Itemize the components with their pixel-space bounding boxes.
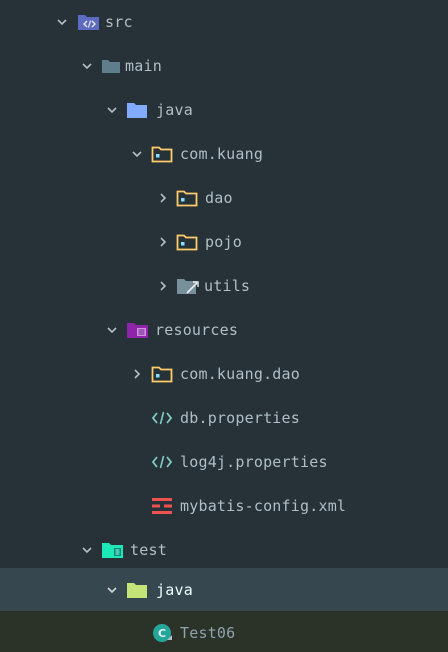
tree-item-test06[interactable]: C Test06 — [0, 611, 448, 652]
xml-file-icon — [151, 484, 173, 528]
tree-item-com-kuang[interactable]: com.kuang — [0, 132, 448, 176]
tree-item-label: db.properties — [180, 409, 300, 427]
chevron-right-icon[interactable] — [157, 220, 169, 264]
tree-item-label: java — [156, 101, 193, 119]
tree-item-java-test[interactable]: java — [0, 568, 448, 611]
tree-item-label: log4j.properties — [180, 453, 328, 471]
test-java-folder-icon — [126, 568, 148, 611]
resources-folder-icon — [126, 308, 150, 352]
tree-item-dao[interactable]: dao — [0, 176, 448, 220]
tree-item-label: src — [105, 13, 133, 31]
java-class-icon: C — [151, 611, 175, 652]
tree-item-db-properties[interactable]: db.properties — [0, 396, 448, 440]
chevron-right-icon[interactable] — [157, 264, 169, 308]
tree-item-java-main[interactable]: java — [0, 88, 448, 132]
chevron-down-icon[interactable] — [131, 132, 143, 176]
tree-item-src[interactable]: src — [0, 0, 448, 44]
svg-text:C: C — [158, 627, 166, 640]
properties-file-icon — [151, 396, 173, 440]
package-icon — [176, 176, 198, 220]
package-utils-icon — [176, 264, 200, 308]
chevron-right-icon[interactable] — [157, 176, 169, 220]
project-tree: src main java com.kuang dao pojo utils r… — [0, 0, 448, 652]
chevron-down-icon[interactable] — [81, 528, 93, 572]
tree-item-label: test — [130, 541, 167, 559]
tree-item-label: pojo — [205, 233, 242, 251]
package-icon — [151, 352, 173, 396]
tree-item-label: mybatis-config.xml — [180, 497, 347, 515]
tree-item-main[interactable]: main — [0, 44, 448, 88]
source-folder-icon — [77, 0, 101, 44]
tree-item-label: dao — [205, 189, 233, 207]
chevron-down-icon[interactable] — [106, 568, 118, 611]
tree-item-label: utils — [204, 277, 251, 295]
package-icon — [176, 220, 198, 264]
java-source-folder-icon — [126, 88, 148, 132]
chevron-down-icon[interactable] — [81, 44, 93, 88]
package-icon — [151, 132, 173, 176]
tree-item-label: resources — [155, 321, 239, 339]
tree-item-log4j-properties[interactable]: log4j.properties — [0, 440, 448, 484]
tree-item-label: Test06 — [180, 624, 236, 642]
tree-item-pojo[interactable]: pojo — [0, 220, 448, 264]
chevron-down-icon[interactable] — [56, 0, 68, 44]
tree-item-utils[interactable]: utils — [0, 264, 448, 308]
tree-item-mybatis-config-xml[interactable]: mybatis-config.xml — [0, 484, 448, 528]
tree-item-test[interactable]: test — [0, 528, 448, 572]
chevron-down-icon[interactable] — [106, 88, 118, 132]
tree-item-label: com.kuang.dao — [180, 365, 300, 383]
folder-icon — [101, 44, 121, 88]
test-folder-icon — [101, 528, 125, 572]
tree-item-com-kuang-dao[interactable]: com.kuang.dao — [0, 352, 448, 396]
tree-item-label: main — [125, 57, 162, 75]
tree-item-label: com.kuang — [180, 145, 264, 163]
chevron-down-icon[interactable] — [106, 308, 118, 352]
chevron-right-icon[interactable] — [131, 352, 143, 396]
tree-item-resources[interactable]: resources — [0, 308, 448, 352]
properties-file-icon — [151, 440, 173, 484]
tree-item-label: java — [156, 580, 193, 599]
